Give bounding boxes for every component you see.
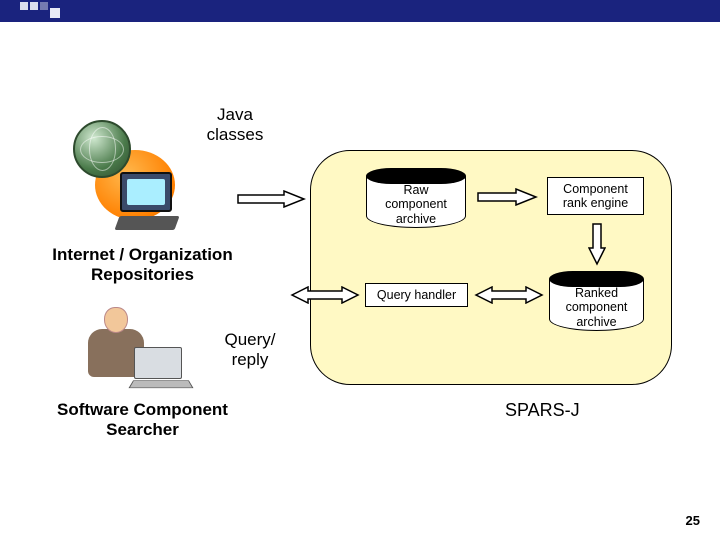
- diagram-stage: SPARS-J Javaclasses Internet / Organizat…: [0, 0, 720, 540]
- arrow-user-query-bidir: [290, 286, 360, 304]
- query-handler-box: Query handler: [365, 283, 468, 307]
- internet-repos-label: Internet / OrganizationRepositories: [30, 245, 255, 284]
- laptop-icon: [134, 347, 182, 379]
- page-number: 25: [686, 513, 700, 528]
- searcher-label: Software ComponentSearcher: [40, 400, 245, 439]
- arrow-classes-to-archive: [236, 190, 306, 208]
- query-handler-text: Query handler: [377, 288, 456, 302]
- globe-icon: [73, 120, 131, 178]
- person-at-laptop-clipart: [80, 305, 200, 400]
- raw-archive-cylinder: Rawcomponentarchive: [366, 168, 466, 228]
- globe-computer-clipart: [65, 120, 195, 240]
- rank-engine-box: Componentrank engine: [547, 177, 644, 215]
- query-reply-label: Query/reply: [215, 330, 285, 369]
- ranked-archive-text: Rankedcomponentarchive: [566, 286, 628, 329]
- arrow-rank-to-ranked: [588, 222, 606, 266]
- rank-engine-text: Componentrank engine: [563, 182, 628, 211]
- keyboard-icon: [114, 216, 179, 230]
- arrow-query-ranked-bidir: [474, 286, 544, 304]
- spars-label: SPARS-J: [505, 400, 580, 421]
- java-classes-label: Javaclasses: [190, 105, 280, 144]
- raw-archive-text: Rawcomponentarchive: [385, 183, 447, 226]
- arrow-archive-to-rank: [476, 188, 538, 206]
- ranked-archive-cylinder: Rankedcomponentarchive: [549, 271, 644, 331]
- monitor-icon: [120, 172, 172, 212]
